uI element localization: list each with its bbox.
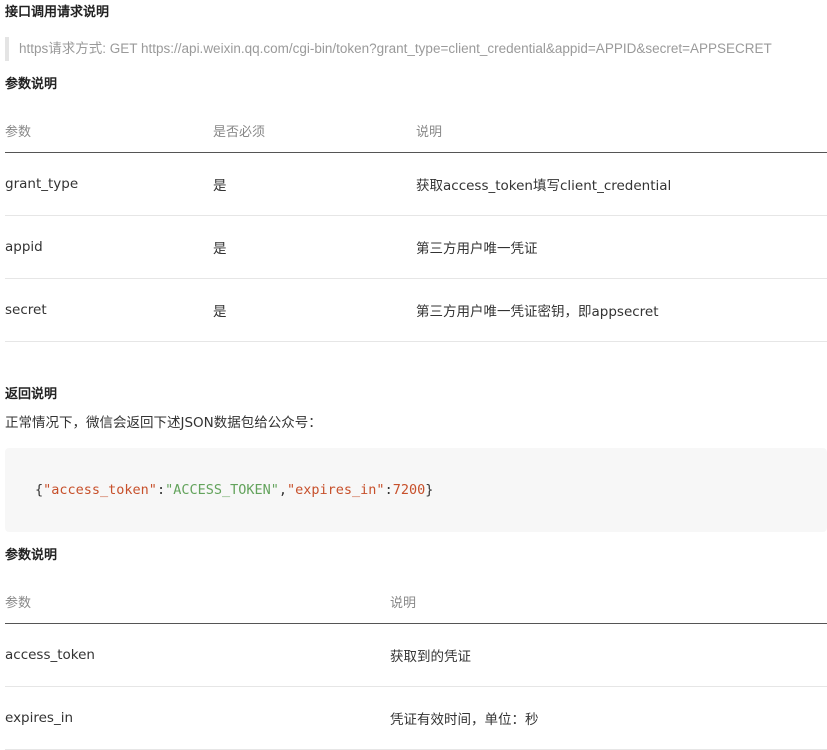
param-description-cell: 获取access_token填写client_credential — [416, 178, 672, 194]
code-comma: , — [278, 482, 288, 498]
code-close-brace: } — [425, 482, 434, 498]
param-description-cell: 获取到的凭证 — [390, 649, 471, 665]
param-required-cell: 是 — [213, 241, 227, 257]
code-key-expires-in: "expires_in" — [287, 482, 385, 498]
document-page: 接口调用请求说明 https请求方式: GET https://api.weix… — [0, 0, 827, 750]
param-required-cell: 是 — [213, 304, 227, 320]
code-value-access-token: "ACCESS_TOKEN" — [165, 482, 279, 498]
response-heading: 返回说明 — [5, 387, 58, 402]
param-description-cell: 凭证有效时间，单位：秒 — [390, 712, 539, 728]
header-cell-param: 参数 — [5, 124, 32, 140]
table-row: expires_in 凭证有效时间，单位：秒 — [5, 687, 827, 750]
table-row: grant_type 是 获取access_token填写client_cred… — [5, 153, 827, 216]
code-value-expires-in: 7200 — [392, 482, 426, 498]
param-name-cell: grant_type — [5, 176, 79, 192]
table-header-row: 参数 是否必须 说明 — [5, 108, 827, 153]
request-params-table: 参数 是否必须 说明 grant_type 是 获取access_token填写… — [5, 108, 827, 342]
header-cell-required: 是否必须 — [213, 124, 266, 140]
request-url-quote: https请求方式: GET https://api.weixin.qq.com… — [5, 37, 827, 61]
request-heading: 接口调用请求说明 — [5, 5, 110, 20]
param-description-cell: 第三方用户唯一凭证密钥，即appsecret — [416, 304, 659, 320]
json-code-block: {"access_token": "ACCESS_TOKEN", "expires_… — [5, 448, 827, 532]
table-row: access_token 获取到的凭证 — [5, 624, 827, 687]
response-params-table: 参数 说明 access_token 获取到的凭证 expires_in 凭证有… — [5, 579, 827, 750]
code-key-access-token: "access_token" — [43, 482, 157, 498]
code-colon: : — [384, 482, 393, 498]
code-colon: : — [156, 482, 166, 498]
param-name-cell: access_token — [5, 647, 95, 663]
table-row: appid 是 第三方用户唯一凭证 — [5, 216, 827, 279]
header-cell-description: 说明 — [416, 124, 443, 140]
table-row: secret 是 第三方用户唯一凭证密钥，即appsecret — [5, 279, 827, 342]
param-description-cell: 第三方用户唯一凭证 — [416, 241, 538, 257]
header-cell-description: 说明 — [390, 595, 417, 611]
table-header-row: 参数 说明 — [5, 579, 827, 624]
code-open-brace: { — [35, 482, 44, 498]
param-name-cell: secret — [5, 302, 47, 318]
header-cell-param: 参数 — [5, 595, 32, 611]
response-params-heading: 参数说明 — [5, 548, 58, 563]
param-name-cell: expires_in — [5, 710, 74, 726]
params-heading: 参数说明 — [5, 77, 58, 92]
param-name-cell: appid — [5, 239, 43, 255]
response-intro-text: 正常情况下，微信会返回下述JSON数据包给公众号： — [5, 415, 322, 431]
param-required-cell: 是 — [213, 178, 227, 194]
